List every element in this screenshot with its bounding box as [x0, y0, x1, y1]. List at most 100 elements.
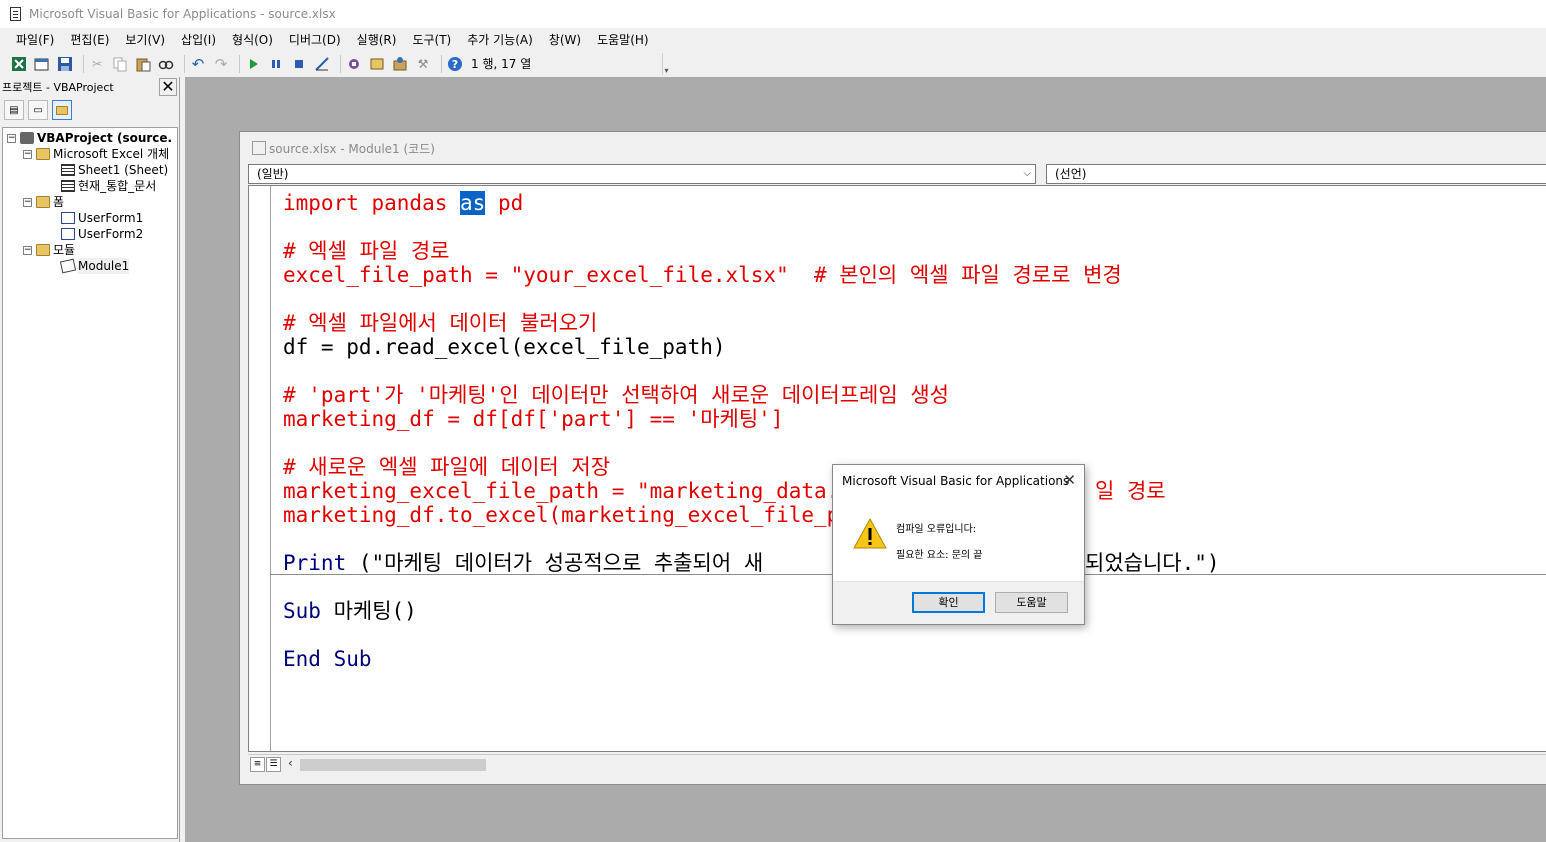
code-line-9[interactable]: marketing_excel_file_path = "marketing_d…	[283, 479, 865, 503]
collapse-icon[interactable]: −	[23, 245, 32, 255]
error-message-detail: 필요한 요소: 문의 끝	[896, 550, 983, 561]
procedure-dropdown[interactable]: (선언)	[1046, 164, 1546, 184]
scrollbar-thumb[interactable]	[300, 759, 486, 771]
code-line-5[interactable]: df = pd.read_excel(excel_file_path)	[283, 335, 726, 359]
find-icon[interactable]	[157, 55, 175, 73]
menu-format[interactable]: 형식(O)	[224, 31, 281, 48]
toolbar-separator	[441, 54, 442, 73]
toolbox-icon[interactable]: ⚒	[414, 55, 432, 73]
compile-error-dialog: Microsoft Visual Basic for Applications …	[832, 464, 1085, 625]
workbook-icon	[61, 180, 75, 192]
warning-icon	[853, 517, 887, 551]
userform-icon	[61, 212, 75, 224]
object-browser-icon[interactable]	[391, 55, 409, 73]
project-explorer-icon[interactable]	[345, 55, 363, 73]
scroll-left-icon[interactable]: ‹	[288, 756, 293, 770]
title-bar: Microsoft Visual Basic for Applications …	[0, 0, 1546, 28]
menu-edit[interactable]: 편집(E)	[62, 31, 117, 48]
module-icon	[59, 258, 77, 274]
menu-bar: 파일(F) 편집(E) 보기(V) 삽입(I) 형식(O) 디버그(D) 실행(…	[0, 28, 1546, 50]
code-line-2[interactable]: # 엑셀 파일 경로	[283, 239, 450, 263]
project-explorer: 프로젝트 - VBAProject ✕ ▤ ▭ − VBAProject (so…	[0, 77, 180, 842]
toolbar-separator	[340, 54, 341, 73]
code-line-12[interactable]: Sub 마케팅()	[283, 599, 417, 623]
code-window-title: source.xlsx - Module1 (코드)	[269, 141, 435, 156]
code-window-icon	[252, 141, 266, 155]
insert-userform-icon[interactable]	[33, 55, 51, 73]
chevron-down-icon[interactable]: ⌵	[1023, 165, 1031, 183]
collapse-icon[interactable]: −	[23, 197, 32, 207]
reset-icon[interactable]	[290, 55, 308, 73]
redo-icon[interactable]: ↷	[212, 55, 230, 73]
project-explorer-header: 프로젝트 - VBAProject ✕	[0, 77, 179, 97]
object-dropdown[interactable]: (일반) ⌵	[248, 164, 1036, 184]
project-close-button[interactable]: ✕	[159, 78, 177, 96]
menu-view[interactable]: 보기(V)	[117, 31, 173, 48]
collapse-icon[interactable]: −	[7, 133, 16, 143]
dialog-button-bar: 확인 도움말	[833, 581, 1084, 624]
code-line-1[interactable]: import pandas as pd	[283, 191, 523, 215]
tree-node-userform2[interactable]: UserForm2	[61, 226, 143, 242]
code-line-7[interactable]: marketing_df = df[df['part'] == '마케팅']	[283, 407, 783, 431]
paste-icon[interactable]	[134, 55, 152, 73]
tree-node-vbaproject[interactable]: − VBAProject (source.	[7, 130, 172, 146]
userform-icon	[61, 228, 75, 240]
full-module-view-icon[interactable]: ☰	[266, 757, 281, 772]
cut-icon[interactable]: ✂	[88, 55, 106, 73]
copy-icon[interactable]	[111, 55, 129, 73]
menu-insert[interactable]: 삽입(I)	[173, 31, 224, 48]
collapse-icon[interactable]: −	[23, 149, 32, 159]
menu-addins[interactable]: 추가 기능(A)	[459, 31, 541, 48]
tree-node-excel-objects[interactable]: − Microsoft Excel 개체	[23, 146, 169, 162]
tree-node-forms[interactable]: − 폼	[23, 194, 64, 210]
undo-icon[interactable]: ↶	[189, 55, 207, 73]
menu-run[interactable]: 실행(R)	[349, 31, 405, 48]
tree-node-modules[interactable]: − 모듈	[23, 242, 75, 258]
code-line-4[interactable]: # 엑셀 파일에서 데이터 불러오기	[283, 311, 597, 335]
design-mode-icon[interactable]	[313, 55, 331, 73]
excel-view-icon[interactable]	[10, 55, 28, 73]
code-line-9-tail[interactable]: 일 경로	[1095, 479, 1166, 503]
tree-node-module1[interactable]: Module1	[59, 258, 130, 274]
margin-indicator-bar[interactable]	[249, 186, 271, 751]
view-object-icon[interactable]: ▭	[28, 100, 48, 120]
help-button[interactable]: 도움말	[995, 592, 1068, 613]
run-icon[interactable]	[244, 55, 262, 73]
break-icon[interactable]	[267, 55, 285, 73]
dialog-title: Microsoft Visual Basic for Applications	[842, 474, 1070, 488]
menu-debug[interactable]: 디버그(D)	[281, 31, 349, 48]
code-window-title-bar[interactable]: source.xlsx - Module1 (코드)	[240, 132, 1546, 164]
cursor-position: 1 행, 17 열	[471, 57, 532, 71]
project-explorer-title: 프로젝트 - VBAProject	[2, 81, 114, 94]
code-line-13[interactable]: End Sub	[283, 647, 372, 671]
ok-button[interactable]: 확인	[912, 592, 985, 613]
tree-node-userform1[interactable]: UserForm1	[61, 210, 143, 226]
properties-window-icon[interactable]	[368, 55, 386, 73]
menu-help[interactable]: 도움말(H)	[589, 31, 657, 48]
folder-icon	[36, 244, 50, 256]
horizontal-scrollbar[interactable]: ≡ ☰ ‹	[248, 754, 1546, 774]
view-code-icon[interactable]: ▤	[4, 100, 24, 120]
folder-icon	[36, 148, 50, 160]
code-line-11[interactable]: Print ("마케팅 데이터가 성공적으로 추출되어 새	[283, 551, 763, 575]
toolbar-options-icon[interactable]: ▾	[662, 53, 670, 75]
toggle-folders-icon[interactable]	[52, 100, 72, 120]
tree-node-workbook[interactable]: 현재_통합_문서	[61, 178, 156, 194]
help-icon[interactable]: ?	[446, 55, 464, 73]
error-message-heading: 컴파일 오류입니다:	[896, 524, 977, 535]
dialog-close-button[interactable]: ✕	[1063, 471, 1076, 489]
toolbar-separator	[239, 54, 240, 73]
code-line-10[interactable]: marketing_df.to_excel(marketing_excel_fi…	[283, 503, 865, 527]
procedure-view-icon[interactable]: ≡	[250, 757, 265, 772]
menu-tools[interactable]: 도구(T)	[404, 31, 459, 48]
code-line-8[interactable]: # 새로운 엑셀 파일에 데이터 저장	[283, 455, 610, 479]
project-tree: − VBAProject (source. − Microsoft Excel …	[2, 127, 178, 839]
code-line-11-tail[interactable]: 되었습니다.")	[1085, 551, 1220, 575]
save-icon[interactable]	[56, 55, 74, 73]
code-line-3[interactable]: excel_file_path = "your_excel_file.xlsx"…	[283, 263, 1122, 287]
code-line-6[interactable]: # 'part'가 '마케팅'인 데이터만 선택하여 새로운 데이터프레임 생성	[283, 383, 949, 407]
menu-file[interactable]: 파일(F)	[8, 31, 62, 48]
window-title: Microsoft Visual Basic for Applications …	[29, 7, 336, 21]
tree-node-sheet1[interactable]: Sheet1 (Sheet)	[61, 162, 168, 178]
menu-window[interactable]: 창(W)	[541, 31, 589, 48]
